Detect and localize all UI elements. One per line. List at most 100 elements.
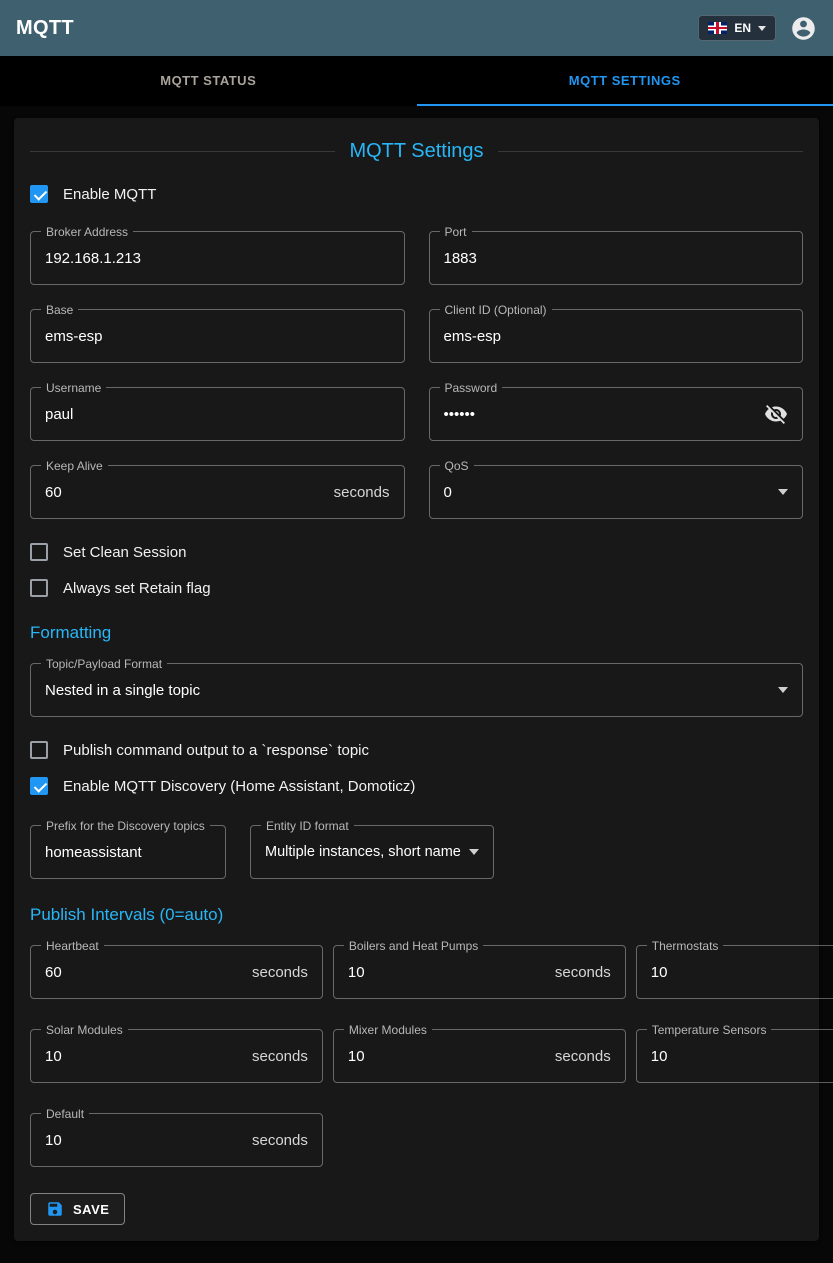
solar-label: Solar Modules	[41, 1022, 128, 1038]
clean-session-checkbox[interactable]	[30, 543, 48, 561]
discovery-row-toggle: Enable MQTT Discovery (Home Assistant, D…	[30, 777, 803, 795]
keep-alive-input[interactable]	[45, 484, 326, 501]
dropdown-arrow-icon	[469, 849, 479, 855]
visibility-off-icon[interactable]	[764, 402, 788, 426]
keepalive-qos-row: Keep Alive seconds QoS 0	[30, 465, 803, 519]
tab-mqtt-settings[interactable]: MQTT SETTINGS	[417, 56, 833, 106]
dropdown-arrow-icon	[778, 687, 788, 693]
entity-id-format-select[interactable]: Entity ID format Multiple instances, sho…	[250, 825, 494, 879]
topic-format-select[interactable]: Topic/Payload Format Nested in a single …	[30, 663, 803, 717]
broker-address-input[interactable]	[45, 250, 390, 267]
formatting-heading: Formatting	[30, 623, 803, 643]
client-id-field: Client ID (Optional)	[429, 309, 804, 363]
temperature-sensors-field: Temperature Sensors seconds	[636, 1029, 833, 1083]
heartbeat-label: Heartbeat	[41, 938, 104, 954]
app-bar-actions: EN	[698, 15, 817, 42]
entity-id-format-value: Multiple instances, short name	[265, 844, 461, 860]
discovery-prefix-label: Prefix for the Discovery topics	[41, 818, 210, 834]
divider-line	[30, 151, 335, 152]
solar-field: Solar Modules seconds	[30, 1029, 323, 1083]
default-interval-input[interactable]	[45, 1132, 244, 1149]
topic-format-value: Nested in a single topic	[45, 682, 770, 699]
port-field: Port	[429, 231, 804, 285]
mixer-label: Mixer Modules	[344, 1022, 432, 1038]
discovery-checkbox[interactable]	[30, 777, 48, 795]
keep-alive-field: Keep Alive seconds	[30, 465, 405, 519]
tab-mqtt-status[interactable]: MQTT STATUS	[0, 56, 417, 106]
intervals-grid: Heartbeat seconds Boilers and Heat Pumps…	[30, 945, 803, 1167]
app-title: MQTT	[16, 17, 74, 40]
retain-flag-row: Always set Retain flag	[30, 579, 803, 597]
tab-bar: MQTT STATUS MQTT SETTINGS	[0, 56, 833, 106]
publish-intervals-heading: Publish Intervals (0=auto)	[30, 905, 803, 925]
username-label: Username	[41, 380, 106, 396]
topic-format-label: Topic/Payload Format	[41, 656, 167, 672]
solar-suffix: seconds	[252, 1048, 308, 1065]
save-icon	[46, 1200, 64, 1218]
client-id-input[interactable]	[444, 328, 789, 345]
app-bar: MQTT EN	[0, 0, 833, 56]
chevron-down-icon	[758, 26, 766, 31]
boilers-label: Boilers and Heat Pumps	[344, 938, 483, 954]
mixer-input[interactable]	[348, 1048, 547, 1065]
solar-input[interactable]	[45, 1048, 244, 1065]
mixer-field: Mixer Modules seconds	[333, 1029, 626, 1083]
default-interval-label: Default	[41, 1106, 89, 1122]
discovery-config-row: Prefix for the Discovery topics Entity I…	[30, 825, 803, 879]
heartbeat-field: Heartbeat seconds	[30, 945, 323, 999]
username-input[interactable]	[45, 406, 390, 423]
account-button[interactable]	[790, 15, 817, 42]
username-field: Username	[30, 387, 405, 441]
base-label: Base	[41, 302, 78, 318]
credentials-row: Username Password	[30, 387, 803, 441]
discovery-prefix-field: Prefix for the Discovery topics	[30, 825, 226, 879]
publish-response-checkbox[interactable]	[30, 741, 48, 759]
password-label: Password	[440, 380, 503, 396]
enable-mqtt-label: Enable MQTT	[63, 186, 156, 203]
port-input[interactable]	[444, 250, 789, 267]
settings-card: MQTT Settings Enable MQTT Broker Address…	[14, 118, 819, 1241]
broker-address-field: Broker Address	[30, 231, 405, 285]
boilers-field: Boilers and Heat Pumps seconds	[333, 945, 626, 999]
thermostats-label: Thermostats	[647, 938, 724, 954]
uk-flag-icon	[708, 22, 727, 34]
language-label: EN	[734, 21, 751, 35]
entity-id-format-label: Entity ID format	[261, 818, 354, 834]
thermostats-input[interactable]	[651, 964, 833, 981]
broker-address-label: Broker Address	[41, 224, 133, 240]
port-label: Port	[440, 224, 472, 240]
password-input[interactable]	[444, 406, 757, 423]
discovery-prefix-input[interactable]	[45, 844, 211, 861]
language-selector-button[interactable]: EN	[698, 15, 776, 41]
page-title-divider: MQTT Settings	[30, 140, 803, 163]
base-input[interactable]	[45, 328, 390, 345]
heartbeat-input[interactable]	[45, 964, 244, 981]
client-id-label: Client ID (Optional)	[440, 302, 552, 318]
qos-select[interactable]: QoS 0	[429, 465, 804, 519]
retain-flag-checkbox[interactable]	[30, 579, 48, 597]
save-button[interactable]: SAVE	[30, 1193, 125, 1225]
publish-response-row: Publish command output to a `response` t…	[30, 741, 803, 759]
default-interval-field: Default seconds	[30, 1113, 323, 1167]
keep-alive-label: Keep Alive	[41, 458, 108, 474]
heartbeat-suffix: seconds	[252, 964, 308, 981]
retain-flag-label: Always set Retain flag	[63, 580, 211, 597]
base-clientid-row: Base Client ID (Optional)	[30, 309, 803, 363]
boilers-suffix: seconds	[555, 964, 611, 981]
boilers-input[interactable]	[348, 964, 547, 981]
temperature-sensors-label: Temperature Sensors	[647, 1022, 772, 1038]
discovery-label: Enable MQTT Discovery (Home Assistant, D…	[63, 778, 415, 795]
mixer-suffix: seconds	[555, 1048, 611, 1065]
publish-response-label: Publish command output to a `response` t…	[63, 742, 369, 759]
clean-session-label: Set Clean Session	[63, 544, 186, 561]
enable-mqtt-row: Enable MQTT	[30, 185, 803, 203]
account-circle-icon	[790, 15, 817, 42]
temperature-sensors-input[interactable]	[651, 1048, 833, 1065]
enable-mqtt-checkbox[interactable]	[30, 185, 48, 203]
qos-value: 0	[444, 484, 771, 501]
password-field: Password	[429, 387, 804, 441]
base-field: Base	[30, 309, 405, 363]
page-title: MQTT Settings	[349, 140, 483, 163]
broker-port-row: Broker Address Port	[30, 231, 803, 285]
default-interval-suffix: seconds	[252, 1132, 308, 1149]
